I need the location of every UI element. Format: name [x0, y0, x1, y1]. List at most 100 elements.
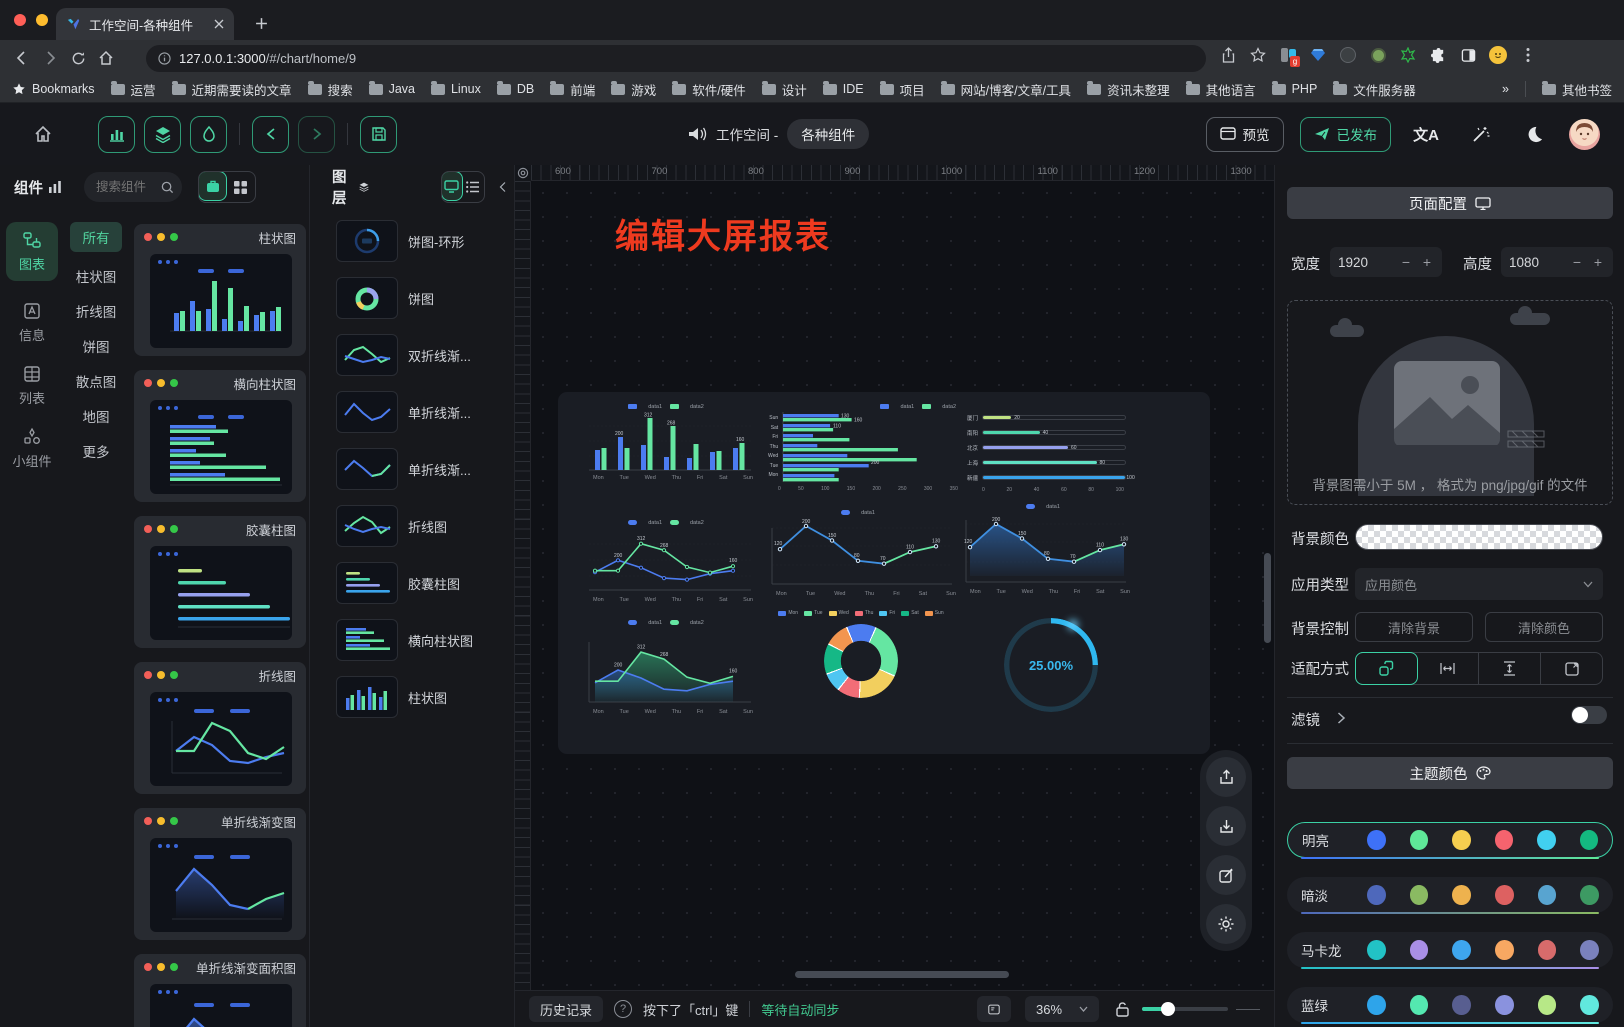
side-panel-icon[interactable] [1458, 45, 1478, 65]
bar-chart[interactable]: data1data2 312 268 200 160 MonTueWedThuF… [575, 402, 757, 481]
chevron-right-icon[interactable] [1337, 712, 1346, 724]
bookmark-folder[interactable]: 其他语言 [1186, 80, 1256, 99]
layer-item[interactable]: 饼图-环形 [336, 220, 464, 262]
menu-dots-icon[interactable] [1518, 45, 1538, 65]
bookmark-star-icon[interactable] [1248, 45, 1268, 65]
user-avatar[interactable] [1569, 119, 1600, 150]
other-bookmarks[interactable]: 其他书签 [1542, 80, 1612, 99]
height-stepper[interactable]: 1080 − + [1501, 247, 1613, 277]
bookmark-folder[interactable]: 资讯未整理 [1087, 80, 1170, 99]
layer-item[interactable]: 横向柱状图 [336, 619, 473, 661]
bookmark-folder[interactable]: 近期需要读的文章 [172, 80, 292, 99]
help-icon[interactable]: ? [614, 1000, 632, 1018]
macos-minimize-button[interactable] [36, 14, 48, 26]
canvas-area[interactable]: 6007008009001000110012001300 20030040050… [515, 165, 1274, 1027]
layer-item[interactable]: 饼图 [336, 277, 434, 319]
lock-icon[interactable] [1115, 1001, 1130, 1018]
search-input[interactable] [96, 180, 161, 194]
bookmark-folder[interactable]: IDE [823, 82, 864, 96]
save-button[interactable] [360, 116, 397, 153]
horizontal-bar-chart[interactable]: data1data2 SunSatFriThuWedTueMon 130 160… [768, 402, 960, 492]
extension-dark-icon[interactable] [1338, 45, 1358, 65]
bookmark-folder[interactable]: 软件/硬件 [672, 80, 745, 99]
share-icon[interactable] [1218, 45, 1238, 65]
theme-row-bluegreen[interactable]: 蓝绿 [1287, 987, 1613, 1023]
bookmark-folder[interactable]: 文件服务器 [1333, 80, 1416, 99]
site-info-icon[interactable] [158, 52, 171, 65]
history-panel-icon[interactable] [977, 996, 1011, 1022]
nav-item-info[interactable]: 信息 [6, 293, 58, 352]
ruler-eye-icon[interactable] [515, 165, 531, 181]
page-config-header[interactable]: 页面配置 [1287, 187, 1613, 219]
canvas-vertical-scrollbar[interactable] [1264, 553, 1271, 643]
dark-mode-moon-icon[interactable] [1515, 115, 1553, 153]
category-map[interactable]: 地图 [68, 406, 124, 426]
layer-item[interactable]: 单折线渐... [336, 391, 471, 433]
component-card-bar[interactable]: 柱状图 [134, 224, 306, 356]
search-icon[interactable] [161, 181, 174, 194]
bg-color-swatch[interactable] [1355, 524, 1603, 550]
ring-pie-chart[interactable]: Mon Tue Wed Thu Fri Sat Sun [770, 610, 952, 698]
extension-green-icon[interactable] [1368, 45, 1388, 65]
filter-toggle[interactable] [1571, 706, 1607, 724]
dual-area-chart[interactable]: data1data2 312 268 200 160 MonTueWedThuF… [575, 618, 757, 715]
undo-button[interactable] [252, 116, 289, 153]
layer-item[interactable]: 胶囊柱图 [336, 562, 460, 604]
component-card-hbar[interactable]: 横向柱状图 [134, 370, 306, 502]
charts-panel-toggle[interactable] [98, 116, 135, 153]
bookmark-folder[interactable]: PHP [1272, 82, 1318, 96]
settings-gear-icon[interactable] [1206, 904, 1246, 944]
tab-close-icon[interactable] [214, 19, 224, 29]
bookmarks-overflow-icon[interactable]: » [1502, 82, 1509, 96]
browser-tab[interactable]: 工作空间-各种组件 [56, 8, 234, 40]
dashboard-preview[interactable]: data1data2 312 268 200 160 MonTueWedThuF… [558, 392, 1210, 754]
url-bar[interactable]: 127.0.0.1:3000/#/chart/home/9 [146, 45, 1206, 72]
profile-avatar-icon[interactable] [1488, 45, 1508, 65]
theme-color-header[interactable]: 主题颜色 [1287, 757, 1613, 789]
component-card-gradient-line[interactable]: 单折线渐变图 [134, 808, 306, 940]
bookmark-folder[interactable]: 项目 [880, 80, 925, 99]
new-tab-button[interactable] [248, 10, 274, 36]
area-line-chart[interactable]: data1 120 200 150 80 70 110 130 MonTueWe… [952, 502, 1134, 595]
layers-panel-toggle[interactable] [144, 116, 181, 153]
import-icon[interactable] [1206, 806, 1246, 846]
width-plus-icon[interactable]: + [1420, 254, 1434, 270]
capsule-chart[interactable]: 厦门20 南阳40 北京60 上海80 新疆100 020406080100 [958, 410, 1126, 493]
height-value[interactable]: 1080 [1509, 255, 1563, 270]
publish-button[interactable]: 已发布 [1300, 117, 1392, 152]
app-type-select[interactable]: 应用颜色 [1355, 568, 1603, 600]
theme-row-bright[interactable]: 明亮 [1287, 822, 1613, 858]
fit-stretch-icon[interactable] [1541, 653, 1602, 684]
redo-button[interactable] [298, 116, 335, 153]
layer-item[interactable]: 单折线渐... [336, 448, 471, 490]
gradient-line-chart[interactable]: data1 120 200 150 80 70 110 130 MonTueWe… [756, 508, 960, 597]
language-icon[interactable]: 文A [1407, 115, 1445, 153]
edit-icon[interactable] [1206, 855, 1246, 895]
app-home-icon[interactable] [24, 115, 62, 153]
component-card-capsule[interactable]: 胶囊柱图 [134, 516, 306, 648]
theme-row-macaron[interactable]: 马卡龙 [1287, 932, 1613, 968]
single-view-toggle[interactable] [198, 171, 227, 201]
screen-title-text[interactable]: 编辑大屏报表 [615, 209, 831, 258]
category-pie[interactable]: 饼图 [68, 336, 124, 356]
layer-list-view-toggle[interactable] [462, 172, 484, 202]
category-scatter[interactable]: 散点图 [68, 371, 124, 391]
nav-item-charts[interactable]: 图表 [6, 222, 58, 281]
width-stepper[interactable]: 1920 − + [1330, 247, 1442, 277]
category-bar[interactable]: 柱状图 [68, 266, 124, 286]
history-button[interactable]: 历史记录 [529, 996, 603, 1022]
zoom-slider[interactable] [1142, 1007, 1228, 1011]
clear-color-button[interactable]: 清除颜色 [1485, 612, 1603, 642]
nav-item-widgets[interactable]: 小组件 [6, 419, 58, 478]
preview-button[interactable]: 预览 [1206, 117, 1284, 152]
background-upload-area[interactable]: 背景图需小于 5M ， 格式为 png/jpg/gif 的文件 [1287, 300, 1613, 505]
reload-icon[interactable] [64, 44, 92, 72]
fit-width-icon[interactable] [1417, 653, 1479, 684]
extension-gauth-icon[interactable]: g [1278, 45, 1298, 65]
bookmark-folder[interactable]: 搜索 [308, 80, 353, 99]
zoom-slider-knob[interactable] [1161, 1002, 1175, 1016]
collapse-panel-icon[interactable] [499, 180, 506, 194]
nav-item-list[interactable]: 列表 [6, 356, 58, 415]
workspace-name-badge[interactable]: 各种组件 [787, 119, 869, 149]
forward-icon[interactable] [36, 44, 64, 72]
